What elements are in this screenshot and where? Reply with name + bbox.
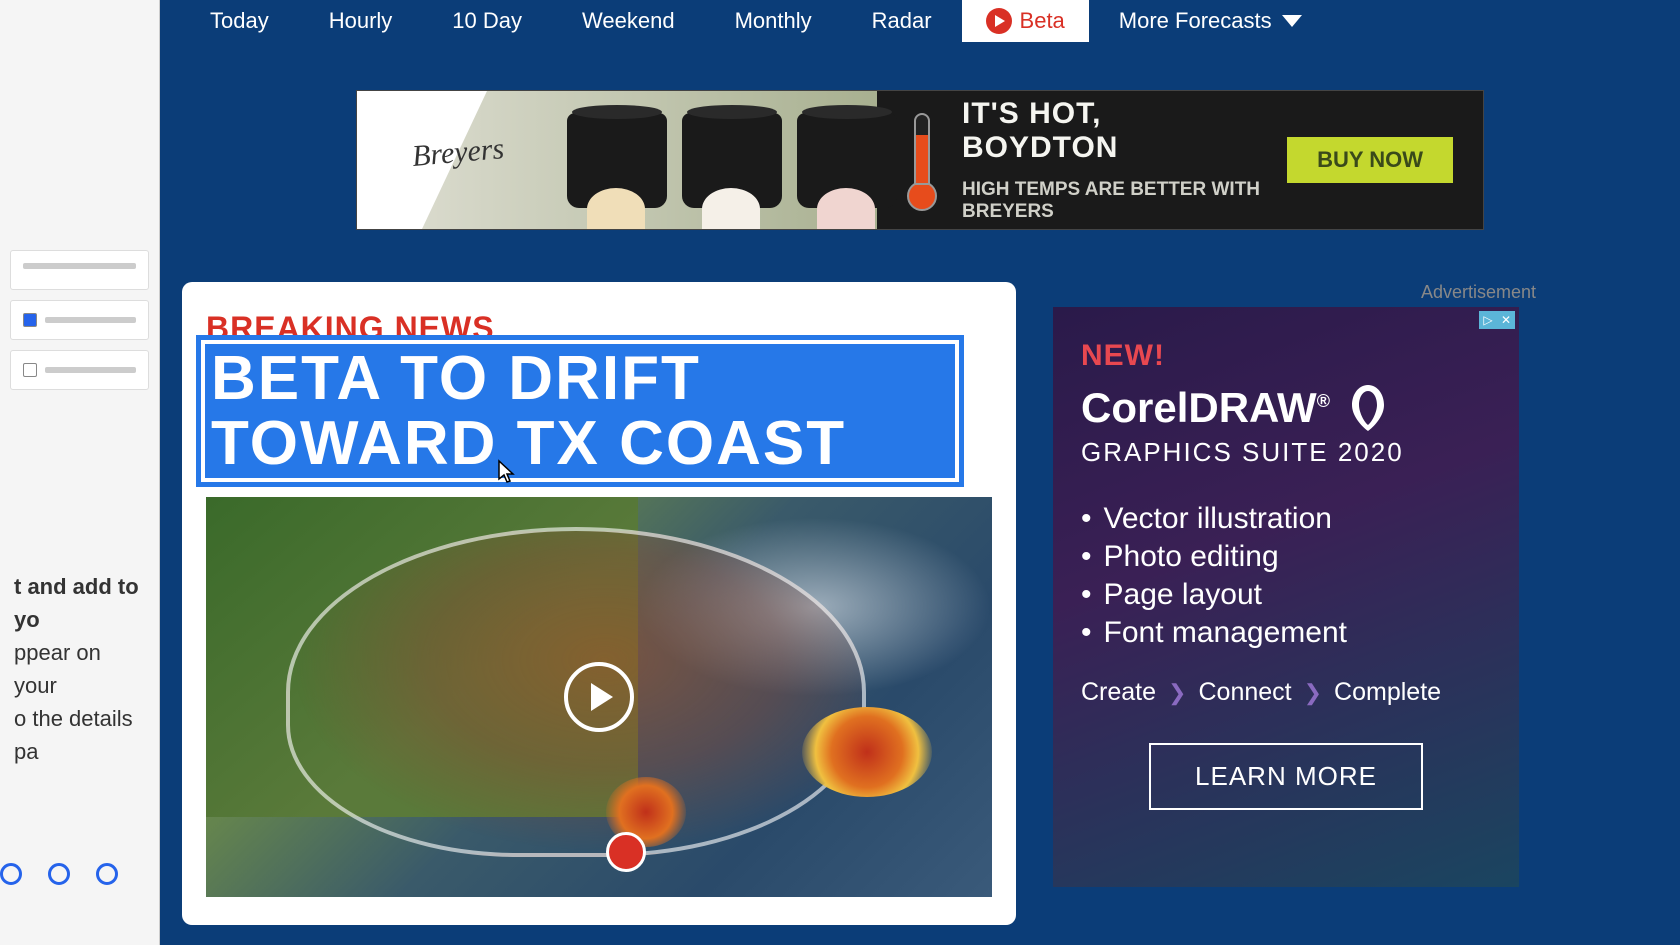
brand-logo: Breyers [411, 132, 506, 174]
play-icon [986, 8, 1012, 34]
video-play-button[interactable] [564, 662, 634, 732]
nav-radar[interactable]: Radar [842, 0, 962, 42]
article-headline[interactable]: BETA TO DRIFT TOWARD TX COAST [211, 346, 949, 476]
sidebar-help-text: t and add to yo ppear on your o the deta… [10, 570, 149, 768]
ad-image-left: Breyers [357, 91, 877, 229]
nav-more-label: More Forecasts [1119, 8, 1272, 34]
product-suite: GRAPHICS SUITE 2020 [1081, 437, 1491, 468]
placeholder-line [45, 367, 136, 373]
product-name: CorelDRAW® [1081, 384, 1330, 432]
leaderboard-ad[interactable]: Breyers IT'S HOT, BOYDTON HIGH TEMPS ARE… [356, 90, 1484, 230]
nav-beta-label: Beta [1020, 8, 1065, 34]
hurricane-icon [606, 832, 646, 872]
nav-beta[interactable]: Beta [962, 0, 1089, 42]
placeholder-line [45, 317, 136, 323]
page-dot[interactable] [0, 863, 22, 885]
nav-today[interactable]: Today [180, 0, 299, 42]
pagination-dots [0, 863, 118, 885]
ad-content-right: IT'S HOT, BOYDTON HIGH TEMPS ARE BETTER … [877, 91, 1483, 229]
sidebar-item-group: t and add to yo ppear on your o the deta… [0, 240, 159, 778]
tagline: Create ❯ Connect ❯ Complete [1081, 678, 1491, 707]
placeholder-line [23, 263, 136, 269]
arrow-icon: ❯ [1168, 680, 1186, 706]
adchoices-icon[interactable]: ▷ [1479, 311, 1497, 329]
page-dot[interactable] [48, 863, 70, 885]
chevron-down-icon [1282, 15, 1302, 27]
ad-subheadline: HIGH TEMPS ARE BETTER WITH BREYERS [962, 179, 1262, 223]
balloon-icon [1344, 381, 1392, 435]
sidebar-ad[interactable]: ▷ ✕ NEW! CorelDRAW® GRAPHICS SUITE 2020 … [1053, 307, 1519, 887]
checkbox-icon [23, 313, 37, 327]
arrow-icon: ❯ [1304, 680, 1322, 706]
nav-weekend[interactable]: Weekend [552, 0, 705, 42]
right-rail: Advertisement ▷ ✕ NEW! CorelDRAW® GRAPHI… [1036, 282, 1536, 925]
sidebar-box [10, 300, 149, 340]
checkbox-icon [23, 363, 37, 377]
cursor-icon [495, 459, 517, 492]
nav-more-forecasts[interactable]: More Forecasts [1089, 0, 1332, 42]
browser-panel-left: t and add to yo ppear on your o the deta… [0, 0, 160, 945]
feature-item: Font management [1081, 614, 1491, 652]
hero-article-card[interactable]: BREAKING NEWS BETA TO DRIFT TOWARD TX CO… [182, 282, 1016, 925]
feature-list: Vector illustration Photo editing Page l… [1081, 500, 1491, 652]
nav-10day[interactable]: 10 Day [422, 0, 552, 42]
page-main: Today Hourly 10 Day Weekend Monthly Rada… [160, 0, 1680, 945]
feature-item: Page layout [1081, 576, 1491, 614]
sidebar-box [10, 250, 149, 290]
new-badge: NEW! [1081, 339, 1491, 373]
ad-headline: IT'S HOT, BOYDTON [962, 97, 1262, 165]
hero-video-thumbnail [206, 497, 992, 897]
sidebar-box [10, 350, 149, 390]
nav-monthly[interactable]: Monthly [705, 0, 842, 42]
content-row: BREAKING NEWS BETA TO DRIFT TOWARD TX CO… [182, 282, 1658, 925]
headline-selection-box: BETA TO DRIFT TOWARD TX COAST [196, 335, 964, 487]
close-ad-icon[interactable]: ✕ [1497, 311, 1515, 329]
feature-item: Photo editing [1081, 538, 1491, 576]
buy-now-button[interactable]: BUY NOW [1287, 137, 1453, 183]
product-image [567, 113, 897, 208]
feature-item: Vector illustration [1081, 500, 1491, 538]
learn-more-button[interactable]: LEARN MORE [1149, 743, 1423, 810]
forecast-nav: Today Hourly 10 Day Weekend Monthly Rada… [160, 0, 1680, 42]
nav-hourly[interactable]: Hourly [299, 0, 423, 42]
thermometer-icon [907, 113, 937, 208]
page-dot[interactable] [96, 863, 118, 885]
advertisement-label: Advertisement [1036, 282, 1536, 303]
